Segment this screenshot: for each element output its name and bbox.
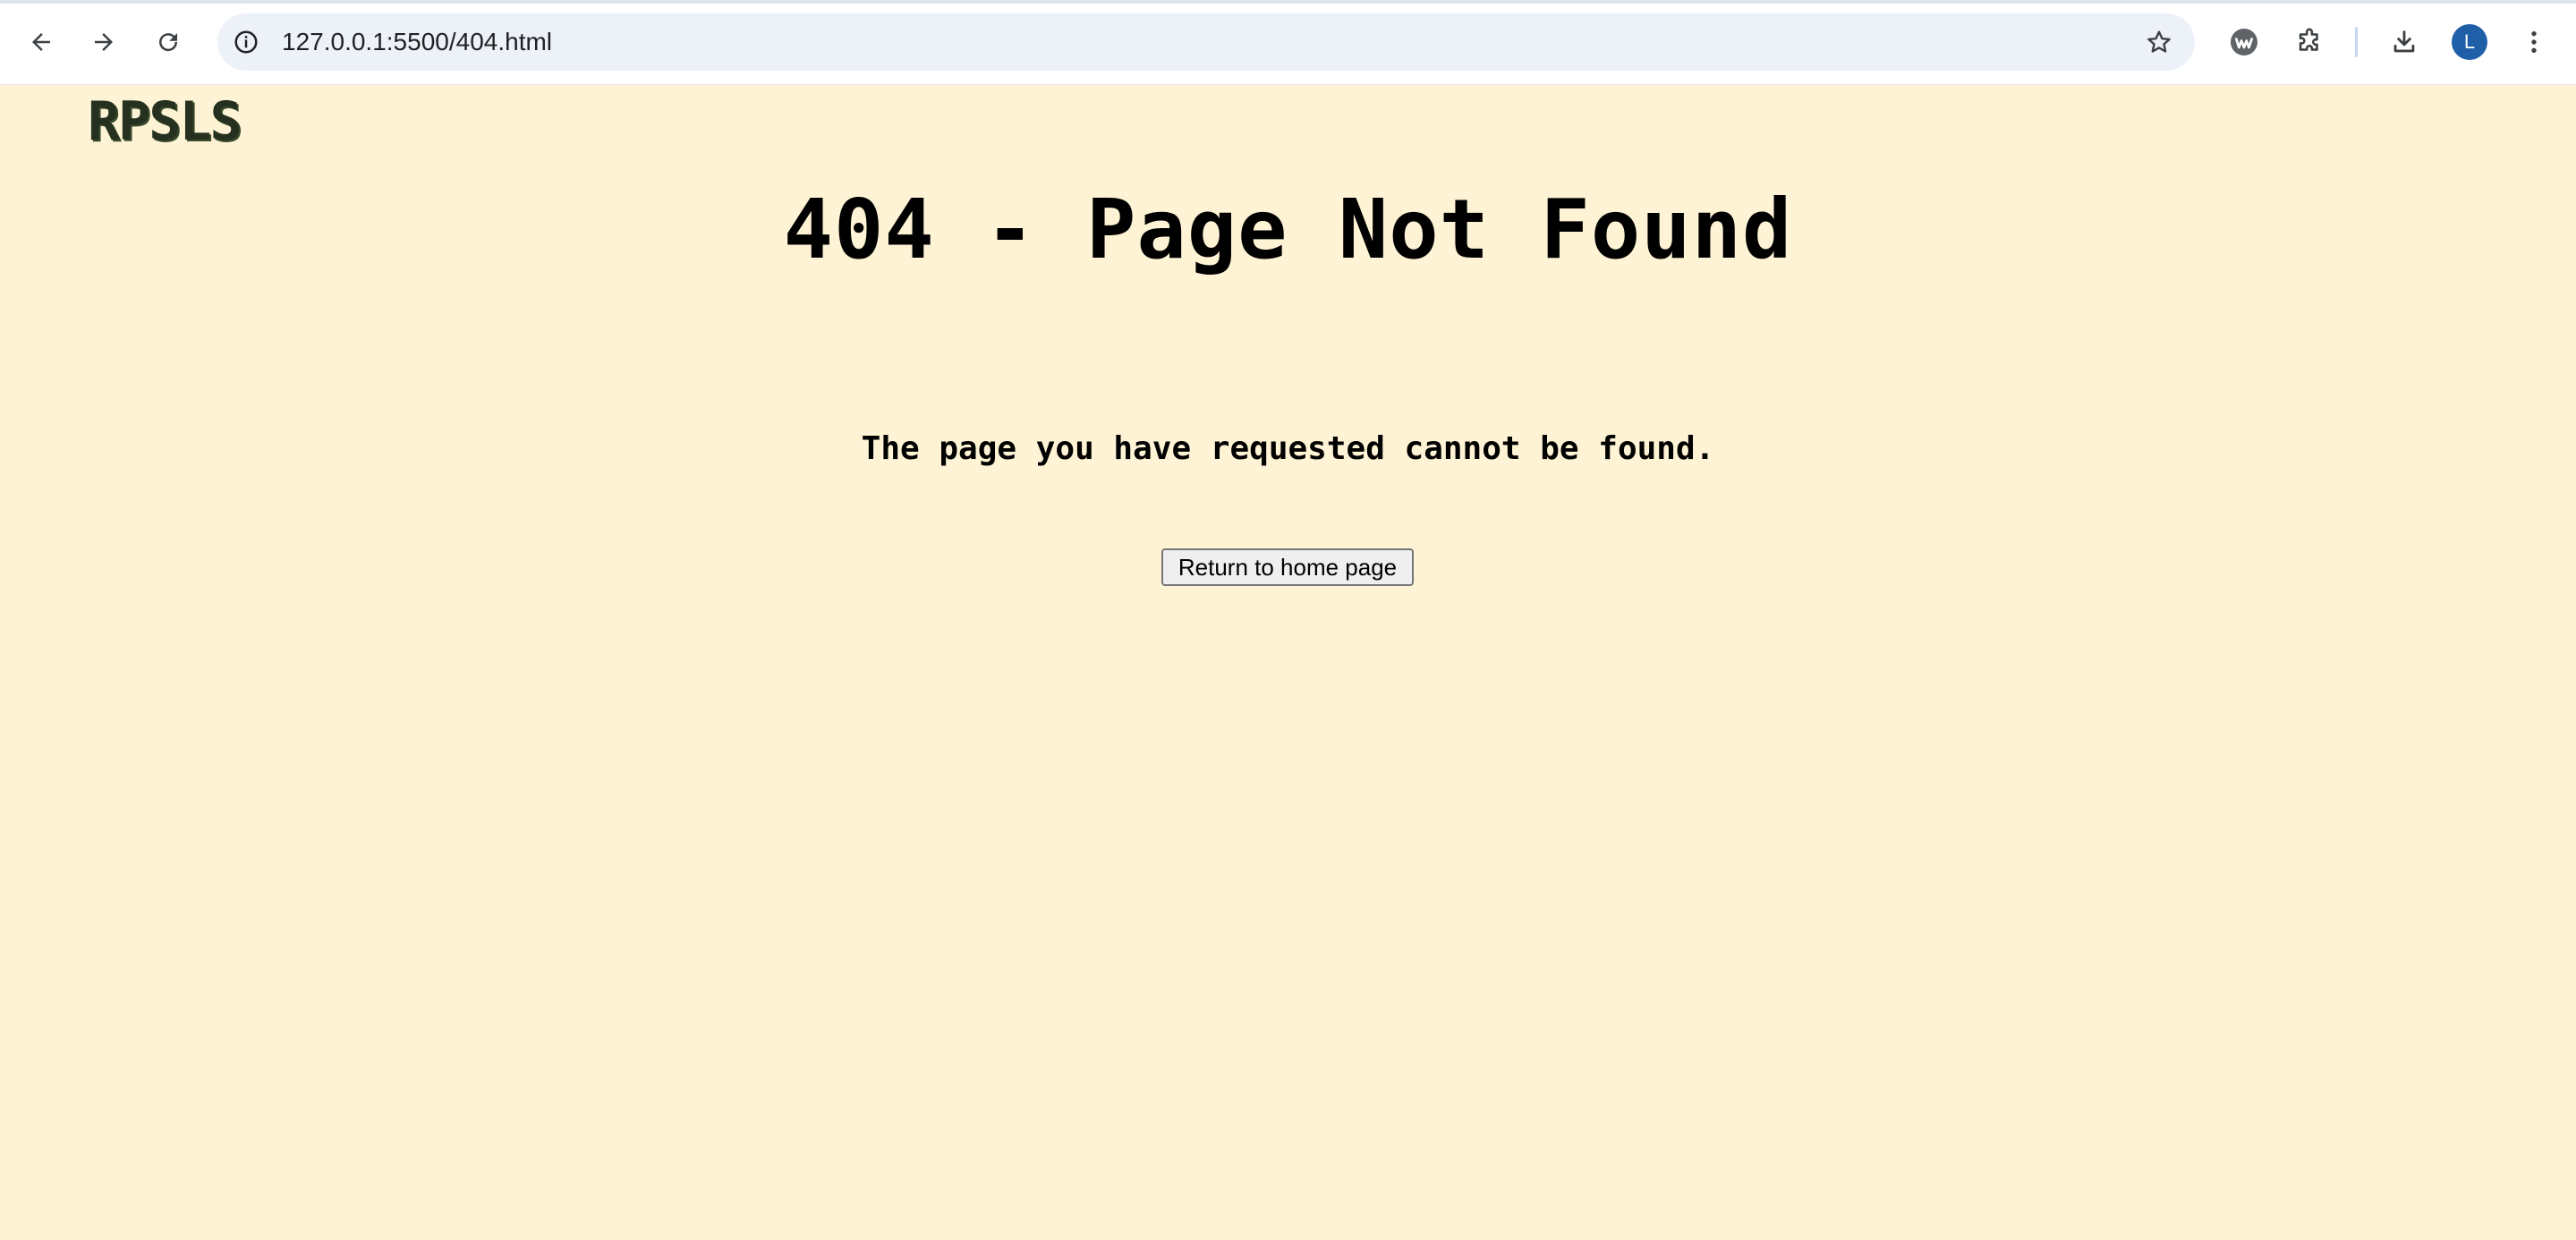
download-icon[interactable] bbox=[2383, 21, 2426, 64]
return-home-button[interactable]: Return to home page bbox=[1161, 548, 1414, 586]
info-icon[interactable] bbox=[230, 26, 262, 58]
star-icon[interactable] bbox=[2143, 26, 2175, 58]
forward-arrow-icon[interactable] bbox=[82, 21, 125, 64]
wappalyzer-icon[interactable] bbox=[2223, 21, 2266, 64]
page-viewport: RPSLS 404 - Page Not Found The page you … bbox=[0, 85, 2576, 1240]
puzzle-icon[interactable] bbox=[2288, 21, 2331, 64]
profile-avatar[interactable]: L bbox=[2452, 24, 2487, 60]
browser-toolbar: 127.0.0.1:5500/404.html L bbox=[0, 0, 2576, 85]
url-text[interactable]: 127.0.0.1:5500/404.html bbox=[282, 13, 552, 71]
error-message: The page you have requested cannot be fo… bbox=[861, 430, 1715, 467]
back-arrow-icon[interactable] bbox=[20, 21, 63, 64]
site-logo[interactable]: RPSLS bbox=[88, 90, 242, 153]
toolbar-separator bbox=[2355, 27, 2358, 57]
kebab-menu-icon[interactable] bbox=[2512, 21, 2555, 64]
page-title: 404 - Page Not Found bbox=[783, 182, 1793, 277]
address-bar[interactable]: 127.0.0.1:5500/404.html bbox=[217, 13, 2195, 71]
reload-icon[interactable] bbox=[147, 21, 190, 64]
tab-strip-edge bbox=[0, 0, 2576, 4]
